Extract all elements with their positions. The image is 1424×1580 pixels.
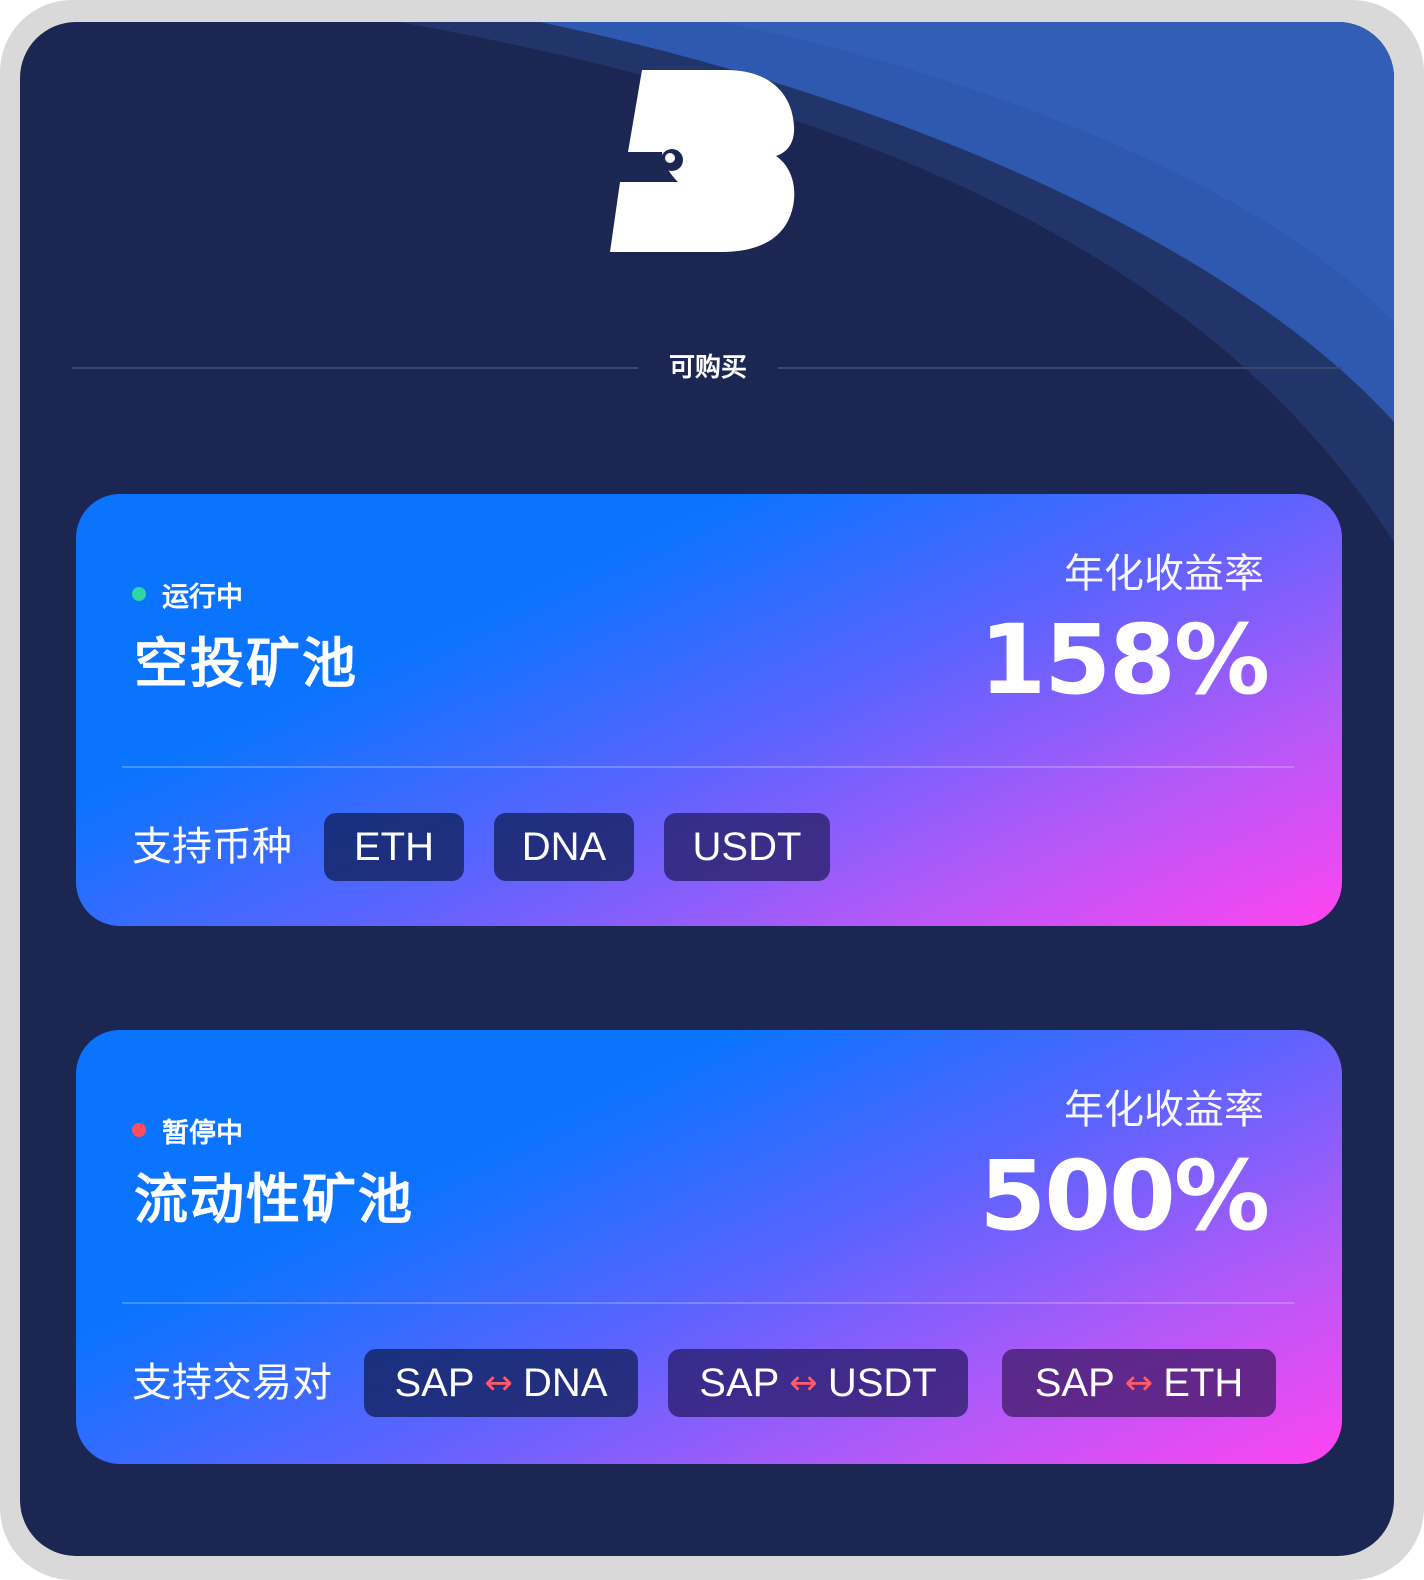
rate-value: 500% [979,1140,1270,1252]
status-running: 运行中 [132,574,243,614]
pool-name: 流动性矿池 [134,1168,414,1231]
pair-right: USDT [827,1361,937,1405]
status-text: 运行中 [162,581,243,613]
status-text: 暂停中 [162,1117,243,1149]
pair-right: DNA [523,1361,608,1405]
rate-label: 年化收益率 [1064,551,1264,597]
pair-tag-sap-usdt: SAP ↔ USDT [668,1349,968,1417]
bidirectional-arrow-icon: ↔ [484,1363,514,1403]
pool-name: 空投矿池 [134,632,358,695]
currency-tag-usdt: USDT [664,813,830,881]
bidirectional-arrow-icon: ↔ [1124,1363,1154,1403]
app-screen: 可购买 运行中 空投矿池 年化收益率 158% 支持币种 ETH DNA USD… [20,22,1394,1556]
pair-left: SAP [1034,1361,1115,1405]
card-divider [122,766,1294,768]
section-divider-left [72,367,638,369]
status-paused: 暂停中 [132,1110,243,1150]
pair-tag-sap-eth: SAP ↔ ETH [1002,1349,1276,1417]
device-frame: 可购买 运行中 空投矿池 年化收益率 158% 支持币种 ETH DNA USD… [0,0,1424,1580]
section-title: 可购买 [668,353,747,383]
b-bird-logo-icon [610,70,795,252]
rate-value: 158% [979,604,1270,716]
status-dot-icon [132,587,146,601]
pool-card-airdrop[interactable]: 运行中 空投矿池 年化收益率 158% 支持币种 ETH DNA USDT [76,494,1342,926]
pair-right: ETH [1163,1361,1244,1405]
status-dot-icon [132,1123,146,1137]
pair-left: SAP [394,1361,475,1405]
currency-tag-dna: DNA [494,813,634,881]
pair-tag-sap-dna: SAP ↔ DNA [364,1349,638,1417]
card-divider [122,1302,1294,1304]
supported-currencies: 支持币种 ETH DNA USDT [132,812,860,882]
support-label: 支持币种 [132,824,292,870]
bidirectional-arrow-icon: ↔ [789,1363,818,1403]
currency-tag-eth: ETH [324,813,464,881]
supported-pairs: 支持交易对 SAP ↔ DNA SAP ↔ USDT SAP ↔ ETH [132,1348,1276,1418]
section-divider-right [778,367,1342,369]
rate-label: 年化收益率 [1064,1087,1264,1133]
pool-card-liquidity[interactable]: 暂停中 流动性矿池 年化收益率 500% 支持交易对 SAP ↔ DNA SAP… [76,1030,1342,1464]
support-label: 支持交易对 [132,1360,332,1406]
pair-left: SAP [699,1361,780,1405]
